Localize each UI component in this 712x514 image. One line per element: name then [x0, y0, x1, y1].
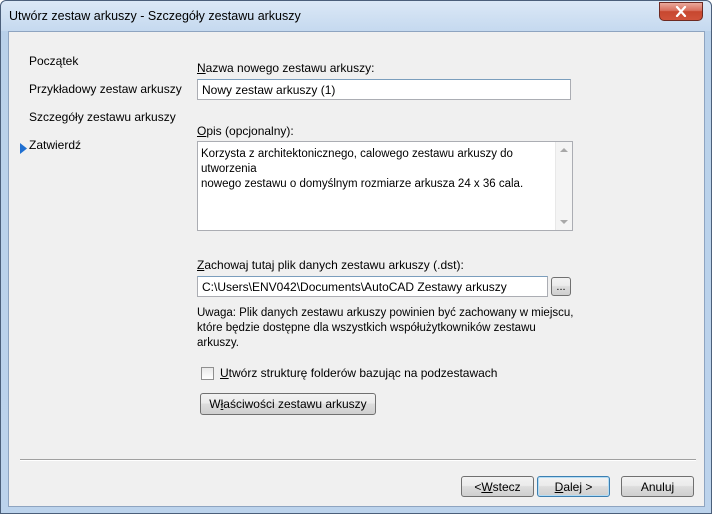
description-scrollbar[interactable] [555, 142, 572, 230]
sheet-set-properties-button[interactable]: Wł aściwości zestawu arkuszy [200, 393, 376, 415]
browse-button[interactable]: ... [551, 277, 571, 296]
sheet-set-name-input[interactable]: Nowy zestaw arkuszy (1) [197, 79, 571, 100]
current-step-arrow-icon [20, 143, 27, 154]
window-title: Utwórz zestaw arkuszy - Szczegóły zestaw… [9, 9, 301, 23]
description-textarea[interactable]: Korzysta z architektonicznego, calowego … [197, 141, 573, 231]
description-text: Korzysta z architektonicznego, calowego … [201, 148, 524, 190]
note-text: Uwaga: Plik danych zestawu arkuszy powin… [197, 307, 574, 349]
nav-step-example-sheet-set: Przykładowy zestaw arkuszy [29, 82, 182, 96]
dst-path-input[interactable]: C:\Users\ENV042\Documents\AutoCAD Zestaw… [197, 276, 548, 297]
scroll-up-icon[interactable] [560, 148, 568, 152]
description-label: Opis (opcjonalny): [197, 124, 294, 138]
nav-step-sheet-set-details: Szczegóły zestawu arkuszy [29, 110, 176, 124]
dialog-content: Początek Przykładowy zestaw arkuszy Szcz… [8, 31, 705, 507]
footer-separator [20, 459, 696, 461]
create-folder-structure-checkbox[interactable] [201, 367, 214, 380]
cancel-button[interactable]: Anuluj [621, 476, 694, 497]
path-label: Zachowaj tutaj plik danych zestawu arkus… [197, 258, 464, 272]
close-button[interactable] [659, 2, 703, 21]
close-icon [675, 6, 687, 17]
back-button[interactable]: < Wstecz [461, 476, 534, 497]
dialog-window: Utwórz zestaw arkuszy - Szczegóły zestaw… [0, 0, 712, 514]
scroll-down-icon[interactable] [560, 220, 568, 224]
create-folder-structure-label[interactable]: Utwórz strukturę folderów bazując na pod… [220, 366, 497, 380]
next-button[interactable]: Dalej > [537, 476, 610, 497]
title-bar[interactable]: Utwórz zestaw arkuszy - Szczegóły zestaw… [1, 1, 711, 31]
nav-step-start: Początek [29, 54, 79, 68]
name-label: Nazwa nowego zestawu arkuszy: [197, 61, 375, 75]
nav-step-confirm: Zatwierdź [29, 138, 82, 152]
